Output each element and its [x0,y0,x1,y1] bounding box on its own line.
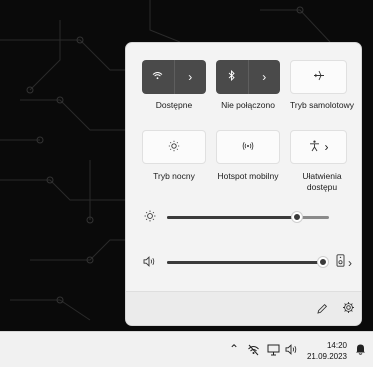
brightness-slider[interactable] [167,216,329,219]
display-icon[interactable] [267,344,280,359]
notification-bell-icon[interactable] [355,343,366,358]
wifi-toggle[interactable] [142,60,174,94]
hotspot-icon [242,141,254,154]
edit-pencil-icon[interactable] [316,302,328,320]
taskbar: ⌃ 14:20 21.09.2023 [0,331,373,367]
settings-gear-icon[interactable] [342,301,355,319]
volume-slider[interactable] [167,261,323,264]
brightness-icon [144,210,156,225]
hotspot-tile[interactable] [216,130,280,164]
chevron-up-icon[interactable]: ⌃ [229,342,239,356]
accessibility-icon [309,140,320,155]
wifi-icon [152,71,163,83]
quick-settings-panel: › › Dostępne Nie połączono Tryb samoloto… [125,42,362,326]
bluetooth-expand-button[interactable]: › [248,60,280,94]
airplane-icon [313,70,325,84]
clock-date: 21.09.2023 [306,352,347,361]
chevron-right-icon: › [188,70,193,84]
bluetooth-label: Nie połączono [221,100,275,110]
bluetooth-toggle[interactable] [216,60,248,94]
network-disconnected-icon[interactable] [247,344,260,359]
chevron-right-icon: › [324,140,329,154]
night-light-icon [168,140,180,155]
volume-slider-fill [167,261,323,264]
wifi-expand-button[interactable]: › [174,60,206,94]
bluetooth-icon [228,69,235,84]
brightness-slider-fill [167,216,297,219]
chevron-right-icon: › [348,256,352,270]
chevron-right-icon: › [262,70,267,84]
night-light-tile[interactable] [142,130,206,164]
wifi-tile[interactable]: › [142,60,206,94]
volume-slider-thumb[interactable] [318,257,328,267]
speaker-icon[interactable] [143,256,156,270]
speaker-device-icon [336,254,345,272]
night-light-label: Tryb nocny [153,171,195,181]
accessibility-label: Ułatwienia dostępu [302,171,342,192]
accessibility-tile[interactable]: › [290,130,347,164]
airplane-tile[interactable] [290,60,347,94]
volume-icon[interactable] [285,344,298,358]
clock[interactable]: 14:20 21.09.2023 [307,340,347,362]
quick-settings-footer [126,291,361,325]
hotspot-label: Hotspot mobilny [217,171,279,181]
bluetooth-tile[interactable]: › [216,60,280,94]
wifi-label: Dostępne [155,100,193,110]
brightness-slider-thumb[interactable] [291,212,302,222]
clock-time: 14:20 [326,341,347,350]
audio-output-button[interactable]: › [336,254,352,272]
airplane-label: Tryb samolotowy [290,100,354,110]
